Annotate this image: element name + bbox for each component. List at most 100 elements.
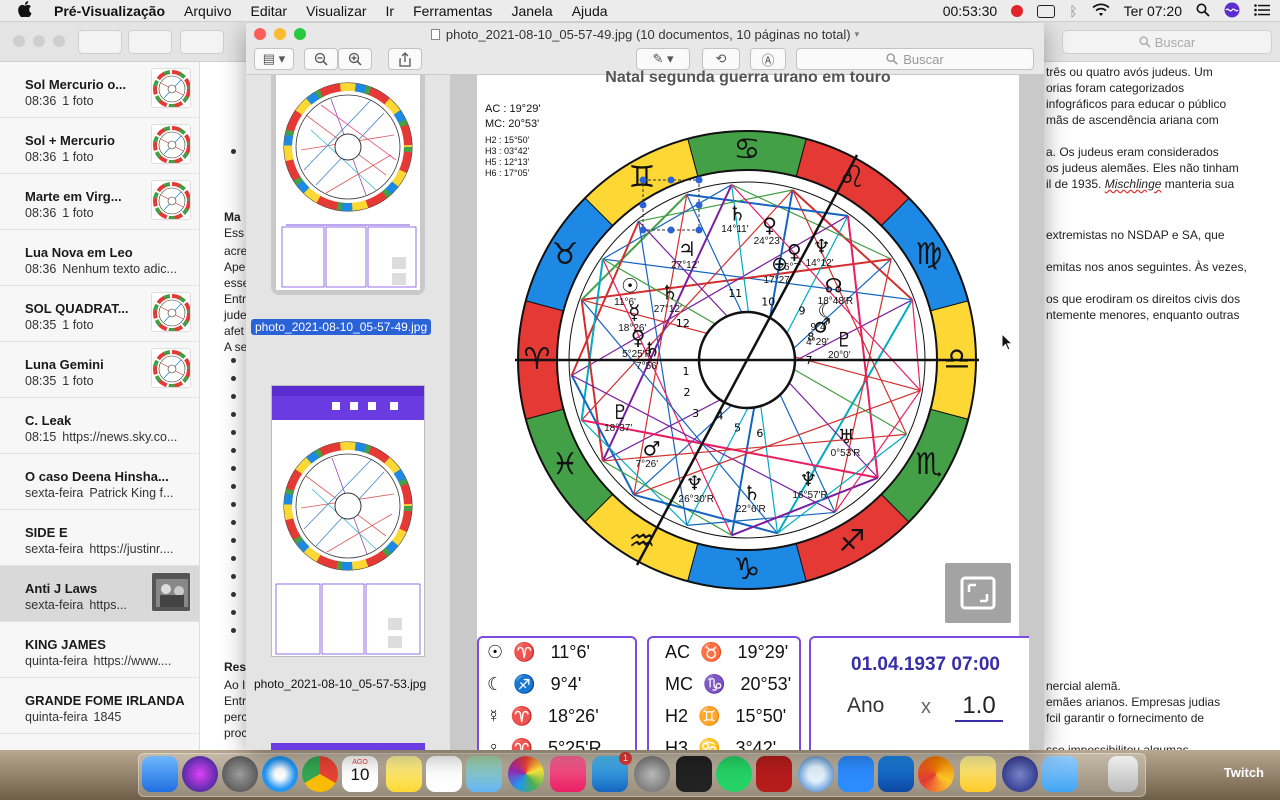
gallery-view-button[interactable] [128, 30, 172, 54]
list-item[interactable]: Anti J Laws sexta-feira https... [0, 566, 199, 622]
note-text-fragment: proc [224, 726, 248, 740]
siri-app-icon[interactable] [182, 756, 218, 792]
delete-note-button[interactable] [180, 30, 224, 54]
planet-degree-label: 16°57'R [792, 489, 828, 501]
menu-ferramentas[interactable]: Ferramentas [413, 3, 492, 19]
quicktime-icon[interactable] [798, 756, 834, 792]
list-item[interactable]: Sol Mercurio o... 08:36 1 foto [0, 62, 199, 118]
note-time: 08:35 [25, 318, 57, 332]
list-item[interactable]: Luna Gemini 08:35 1 foto [0, 342, 199, 398]
note-title: SOL QUADRAT... [25, 301, 129, 316]
angle-label: AC [665, 642, 691, 662]
list-item[interactable]: SOL QUADRAT... 08:35 1 foto [0, 286, 199, 342]
preview-minimize-button[interactable] [274, 28, 286, 40]
safari-icon[interactable] [262, 756, 298, 792]
system-preferences-icon[interactable] [634, 756, 670, 792]
thumbnail-caption[interactable]: photo_2021-08-10_05-57-53.jpg [254, 677, 426, 691]
audio-app-icon[interactable] [878, 756, 914, 792]
zodiac-sign-glyph: ♓ [552, 447, 579, 482]
notes-close-button[interactable] [13, 35, 25, 47]
notes-app-icon[interactable] [386, 756, 422, 792]
screenflow-icon[interactable] [918, 756, 954, 792]
chevron-down-icon[interactable]: ▾ [855, 29, 860, 40]
planet-glyph: ☊ [825, 273, 843, 297]
planet-glyph: ♀ [787, 239, 802, 263]
whatsapp-icon[interactable] [716, 756, 752, 792]
list-item[interactable]: Sol + Mercurio 08:36 1 foto [0, 118, 199, 174]
list-item[interactable]: Marte em Virg... 08:36 1 foto [0, 174, 199, 230]
photos-icon[interactable] [508, 756, 544, 792]
preview-close-button[interactable] [254, 28, 266, 40]
planet-glyph: ♆ [799, 467, 817, 491]
zoom-out-button[interactable] [304, 48, 338, 70]
expand-button[interactable] [945, 563, 1011, 623]
maps-icon[interactable] [466, 756, 502, 792]
list-item[interactable]: O caso Deena Hinsha... sexta-feira Patric… [0, 454, 199, 510]
menu-app-name[interactable]: Pré-Visualização [54, 3, 165, 19]
launchpad-icon[interactable] [222, 756, 258, 792]
siri-icon[interactable] [1224, 2, 1240, 21]
notes-zoom-button[interactable] [53, 35, 65, 47]
menu-janela[interactable]: Janela [511, 3, 552, 19]
zoom-icon[interactable] [838, 756, 874, 792]
thumbnail-caption-selected[interactable]: photo_2021-08-10_05-57-49.jpg [251, 319, 432, 335]
app-store-icon[interactable]: 1 [592, 752, 632, 792]
finder-icon[interactable] [142, 756, 178, 792]
note-meta: sexta-feira https://justinr.... [25, 542, 190, 556]
trash-icon[interactable] [1108, 756, 1138, 792]
house-number: 1 [682, 365, 689, 378]
zoom-in-button[interactable] [338, 48, 372, 70]
page-thumbnail-selected[interactable] [271, 75, 425, 295]
reminders-icon[interactable] [426, 756, 462, 792]
window-title[interactable]: photo_2021-08-10_05-57-49.jpg (10 docume… [446, 27, 851, 42]
list-item[interactable]: GRANDE FOME IRLANDA quinta-feira 1845 [0, 678, 199, 734]
wifi-icon[interactable] [1092, 2, 1110, 20]
markup-pen-button[interactable]: ✎ ▾ [636, 48, 690, 70]
list-item[interactable]: Lua Nova em Leo 08:36 Nenhum texto adic..… [0, 230, 199, 286]
note-snippet: https://justinr.... [89, 542, 174, 556]
list-item[interactable]: KING JAMES quinta-feira https://www.... [0, 622, 199, 678]
record-stop-icon[interactable] [1011, 5, 1024, 17]
music-icon[interactable] [550, 756, 586, 792]
notes-search-field[interactable]: Buscar [1062, 30, 1272, 54]
share-button[interactable] [388, 48, 422, 70]
list-item[interactable]: C. Leak 08:15 https://news.sky.co... [0, 398, 199, 454]
note-text-fragment: Ess [224, 226, 245, 240]
year-step-input[interactable]: 1.0 [955, 692, 1003, 722]
page-thumbnail[interactable] [271, 743, 425, 750]
chrome-icon[interactable] [302, 756, 338, 792]
list-item[interactable]: SIDE E sexta-feira https://justinr.... [0, 510, 199, 566]
menu-visualizar[interactable]: Visualizar [306, 3, 366, 19]
menubar-datetime[interactable]: Ter 07:20 [1124, 3, 1182, 19]
preview-zoom-button[interactable] [294, 28, 306, 40]
preview-app-icon[interactable] [1042, 756, 1078, 792]
page-thumbnail[interactable] [271, 385, 425, 657]
note-time: sexta-feira [25, 598, 84, 612]
notes-minimize-button[interactable] [33, 35, 45, 47]
notification-center-icon[interactable] [1254, 3, 1270, 19]
game-app-icon[interactable] [676, 756, 712, 792]
note-text-fragment: Entr [224, 694, 247, 708]
spotlight-search-icon[interactable] [1196, 3, 1210, 20]
menu-editar[interactable]: Editar [251, 3, 288, 19]
mouse-cursor-icon [1001, 333, 1013, 351]
menu-ajuda[interactable]: Ajuda [572, 3, 608, 19]
sidebar-view-button[interactable]: ▤ ▾ [254, 48, 294, 70]
rotate-button[interactable]: ⟲ [702, 48, 740, 70]
preview-search-field[interactable]: Buscar [796, 48, 1034, 70]
recording-clock[interactable]: 00:53:30 [943, 3, 998, 19]
bluetooth-icon[interactable]: ᛒ [1069, 3, 1077, 19]
photo-booth-icon[interactable] [756, 756, 792, 792]
document-page[interactable]: Natal segunda guerra urano em touro AC :… [477, 69, 1029, 750]
sidebar-toggle-button[interactable] [78, 30, 122, 54]
apple-menu-icon[interactable] [18, 0, 36, 21]
calendar-icon[interactable]: AGO 10 [342, 756, 378, 792]
screen-mirror-icon[interactable] [1037, 4, 1056, 18]
document-content[interactable]: Natal segunda guerra urano em touro AC :… [451, 69, 1044, 750]
stickies-icon[interactable] [960, 756, 996, 792]
markup-toolbar-button[interactable]: Ⓐ [750, 48, 786, 70]
menu-arquivo[interactable]: Arquivo [184, 3, 231, 19]
note-text-fragment: três ou quatro avós judeus. Um [1046, 65, 1213, 79]
menu-ir[interactable]: Ir [386, 3, 395, 19]
remote-app-icon[interactable] [1002, 756, 1038, 792]
